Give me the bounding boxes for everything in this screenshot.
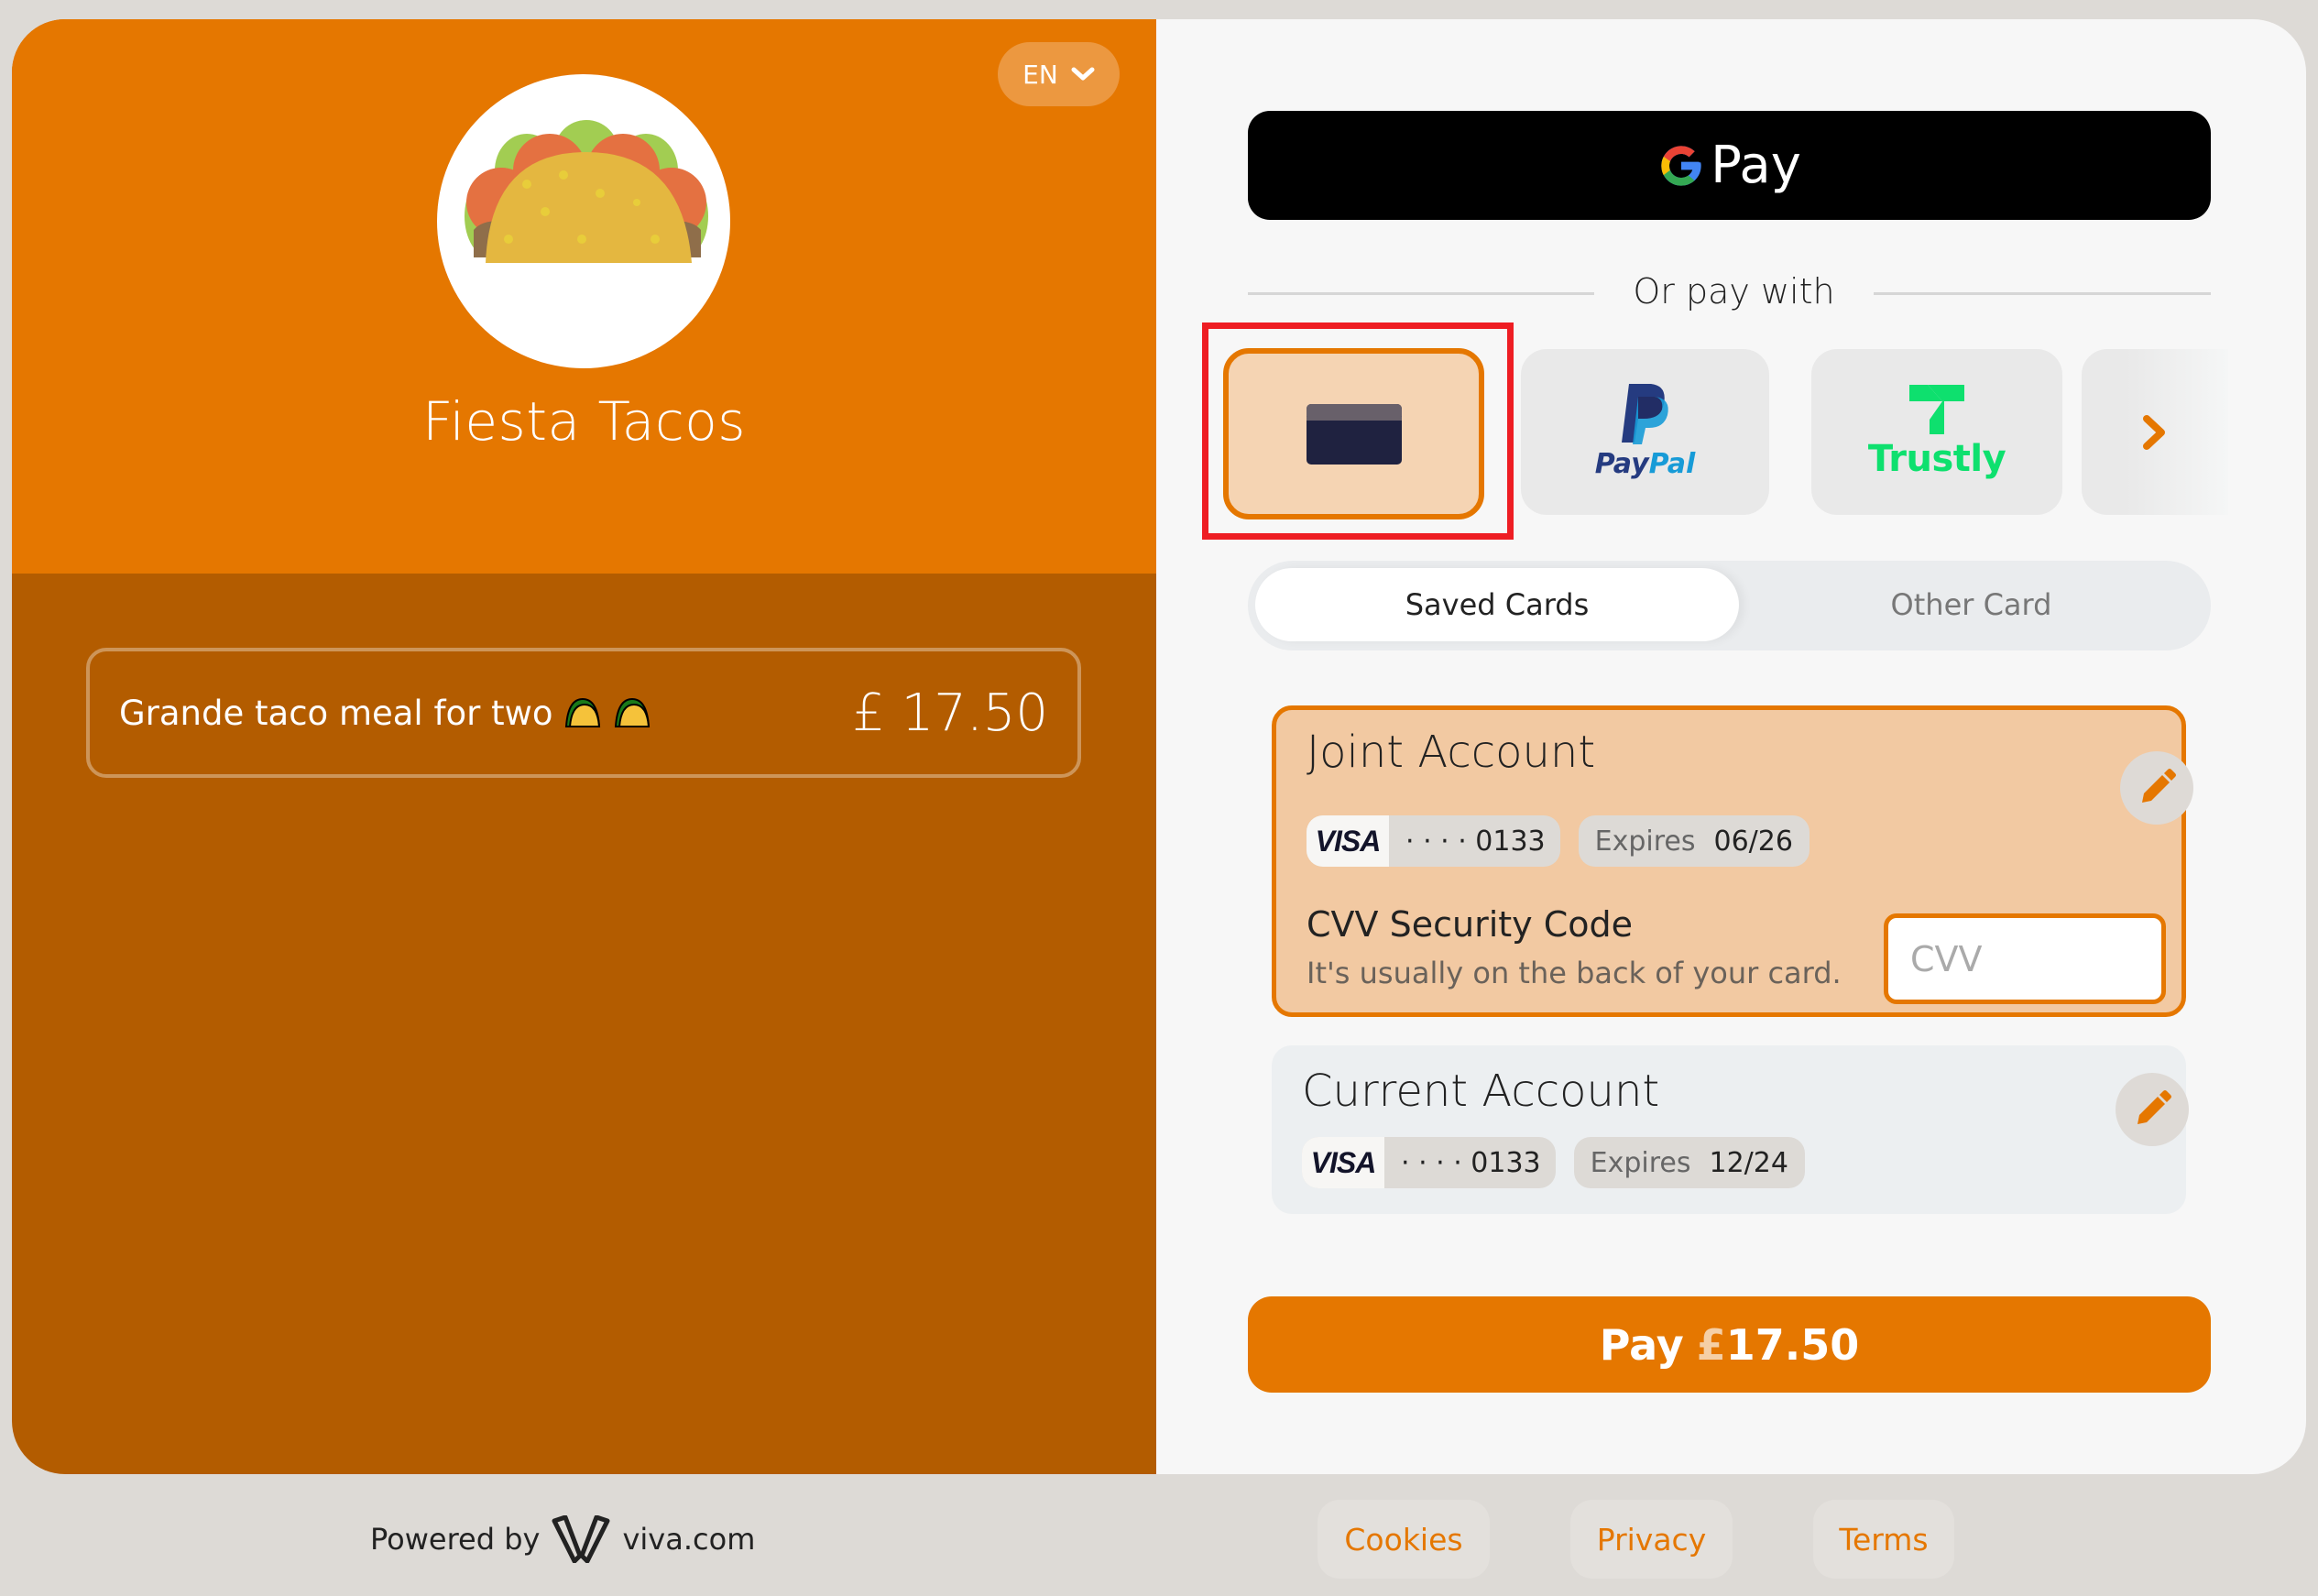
- footer-link-privacy[interactable]: Privacy: [1570, 1500, 1733, 1579]
- footer-link-terms[interactable]: Terms: [1813, 1500, 1954, 1579]
- order-line-item: Grande taco meal for two £ 17.50: [86, 648, 1081, 778]
- payment-method-paypal[interactable]: PayPal: [1521, 349, 1769, 515]
- expires-label: Expires: [1594, 825, 1696, 858]
- expiry-date: 06/26: [1713, 825, 1793, 858]
- google-g-icon: [1661, 145, 1701, 186]
- edit-card-button[interactable]: [2116, 1073, 2189, 1146]
- expires-label: Expires: [1590, 1146, 1691, 1179]
- powered-by-label: Powered by: [370, 1522, 541, 1557]
- language-selector[interactable]: EN: [998, 42, 1120, 106]
- saved-card-joint-account[interactable]: Joint Account VISA · · · · 0133 Expires …: [1272, 705, 2193, 1017]
- powered-by: Powered by viva.com: [370, 1515, 755, 1563]
- expiry-chip: Expires 06/26: [1578, 815, 1810, 867]
- tab-saved-cards[interactable]: Saved Cards: [1255, 568, 1739, 641]
- pencil-icon: [2142, 769, 2176, 803]
- pay-label: Pay: [1599, 1319, 1684, 1370]
- card-tabs: Saved Cards Other Card: [1248, 561, 2211, 650]
- credit-card-icon: [1306, 403, 1402, 465]
- or-pay-with-label: Or pay with: [1633, 271, 1835, 312]
- chevron-down-icon: [1071, 67, 1095, 81]
- card-name: Current Account: [1302, 1066, 1660, 1117]
- card-name: Joint Account: [1307, 727, 1596, 778]
- google-pay-button[interactable]: Pay: [1248, 111, 2211, 220]
- masked-card-number: · · · · 0133: [1401, 1146, 1541, 1179]
- merchant-logo: [437, 74, 730, 368]
- paypal-label: PayPal: [1594, 448, 1696, 480]
- card-number-chip: VISA · · · · 0133: [1307, 815, 1560, 867]
- cvv-hint: It's usually on the back of your card.: [1307, 956, 1842, 990]
- divider-right: [1874, 292, 2211, 295]
- viva-logo-icon: [552, 1515, 610, 1563]
- paypal-icon: [1621, 384, 1668, 444]
- payment-method-trustly[interactable]: Trustly: [1811, 349, 2062, 515]
- cvv-input[interactable]: [1884, 913, 2166, 1004]
- taco-emoji-icon: [614, 697, 650, 727]
- pay-amount: £17.50: [1696, 1319, 1860, 1370]
- item-description: Grande taco meal for two: [119, 693, 553, 733]
- pencil-icon: [2138, 1090, 2171, 1124]
- language-label: EN: [1022, 59, 1058, 90]
- payment-methods-next[interactable]: [2082, 349, 2228, 515]
- order-summary-panel: EN Fiesta Tacos Grande taco meal for two…: [12, 19, 1156, 1474]
- google-pay-label: Pay: [1711, 136, 1801, 195]
- pay-button[interactable]: Pay £17.50: [1248, 1296, 2211, 1393]
- merchant-name: Fiesta Tacos: [422, 390, 746, 453]
- card-number-chip: VISA · · · · 0133: [1302, 1137, 1556, 1188]
- trustly-icon: [1909, 384, 1964, 434]
- tab-other-card[interactable]: Other Card: [1739, 568, 2203, 641]
- chevron-right-icon: [2143, 414, 2165, 450]
- masked-card-number: · · · · 0133: [1405, 825, 1546, 858]
- expiry-date: 12/24: [1709, 1146, 1788, 1179]
- footer-link-cookies[interactable]: Cookies: [1318, 1500, 1490, 1579]
- viva-brand: viva.com: [622, 1522, 756, 1557]
- cvv-label: CVV Security Code: [1307, 904, 1634, 945]
- saved-card-current-account[interactable]: Current Account VISA · · · · 0133 Expire…: [1272, 1045, 2189, 1214]
- merchant-header: EN Fiesta Tacos: [12, 19, 1156, 574]
- visa-icon: VISA: [1302, 1137, 1384, 1188]
- trustly-label: Trustly: [1867, 437, 2006, 480]
- taco-logo-icon: [465, 120, 708, 263]
- checkout-card: EN Fiesta Tacos Grande taco meal for two…: [12, 19, 2306, 1474]
- visa-icon: VISA: [1307, 815, 1389, 867]
- item-price: £ 17.50: [852, 683, 1048, 743]
- payment-method-card[interactable]: [1223, 348, 1484, 519]
- expiry-chip: Expires 12/24: [1573, 1137, 1805, 1188]
- taco-emoji-icon: [564, 697, 600, 727]
- divider-left: [1248, 292, 1594, 295]
- edit-card-button[interactable]: [2120, 751, 2193, 825]
